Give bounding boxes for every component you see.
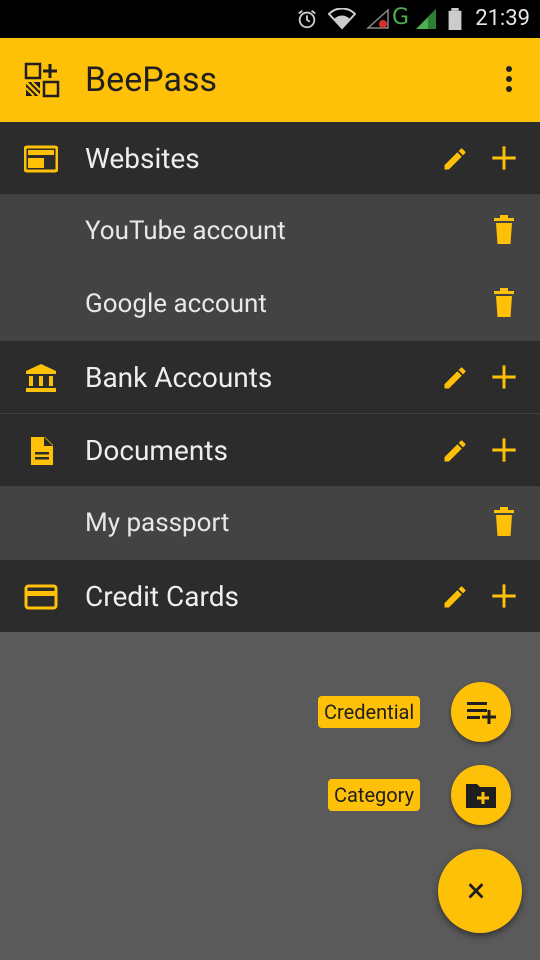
credential-label: Google account bbox=[85, 289, 267, 319]
web-icon bbox=[24, 145, 58, 173]
bank-icon bbox=[26, 364, 56, 392]
wifi-icon bbox=[328, 8, 356, 30]
category-row-credit-cards[interactable]: Credit Cards bbox=[0, 560, 540, 633]
edit-icon[interactable] bbox=[441, 364, 469, 392]
add-credential-button[interactable] bbox=[451, 682, 511, 742]
playlist-add-icon bbox=[467, 702, 496, 724]
folder-add-icon bbox=[466, 784, 496, 808]
dot-icon bbox=[506, 66, 512, 72]
status-bar: G 21:39 bbox=[0, 0, 540, 38]
category-row-bank-accounts[interactable]: Bank Accounts bbox=[0, 341, 540, 414]
beepass-logo-icon bbox=[24, 62, 60, 98]
clock: 21:39 bbox=[475, 6, 530, 31]
edit-icon[interactable] bbox=[441, 583, 469, 611]
signal-blocked-icon bbox=[366, 8, 389, 29]
dot-icon bbox=[506, 86, 512, 92]
edit-icon[interactable] bbox=[441, 145, 469, 173]
battery-icon bbox=[448, 8, 462, 30]
credential-row-passport[interactable]: My passport bbox=[0, 487, 540, 560]
category-row-websites[interactable]: Websites bbox=[0, 122, 540, 195]
credential-row-youtube[interactable]: YouTube account bbox=[0, 195, 540, 268]
category-label: Bank Accounts bbox=[85, 361, 273, 394]
add-icon[interactable] bbox=[490, 582, 518, 610]
credential-list: Websites YouTube account Google account bbox=[0, 122, 540, 633]
add-icon[interactable] bbox=[490, 144, 518, 172]
category-label: Documents bbox=[85, 434, 228, 467]
category-label: Credit Cards bbox=[85, 580, 239, 613]
credential-label: YouTube account bbox=[85, 216, 286, 246]
overflow-menu-button[interactable] bbox=[504, 66, 514, 94]
category-row-documents[interactable]: Documents bbox=[0, 414, 540, 487]
category-label: Websites bbox=[85, 142, 200, 175]
add-icon[interactable] bbox=[490, 363, 518, 391]
close-fab-menu-button[interactable]: × bbox=[438, 849, 522, 933]
network-type-indicator: G bbox=[392, 5, 410, 30]
credential-row-google[interactable]: Google account bbox=[0, 268, 540, 341]
delete-icon[interactable] bbox=[492, 215, 516, 245]
edit-icon[interactable] bbox=[441, 437, 469, 465]
close-icon: × bbox=[467, 871, 486, 911]
add-category-button[interactable] bbox=[451, 765, 511, 825]
app-bar: BeePass bbox=[0, 38, 540, 122]
alarm-icon bbox=[298, 10, 316, 29]
credential-label: My passport bbox=[85, 508, 230, 538]
credit-card-icon bbox=[24, 584, 58, 610]
cell-signal-icon bbox=[416, 9, 436, 29]
app-title: BeePass bbox=[85, 60, 218, 100]
credential-fab-label[interactable]: Credential bbox=[318, 696, 421, 728]
category-fab-label[interactable]: Category bbox=[328, 779, 421, 811]
dot-icon bbox=[506, 76, 512, 82]
delete-icon[interactable] bbox=[492, 288, 516, 318]
document-icon bbox=[31, 437, 53, 465]
add-icon[interactable] bbox=[490, 436, 518, 464]
delete-icon[interactable] bbox=[492, 507, 516, 537]
